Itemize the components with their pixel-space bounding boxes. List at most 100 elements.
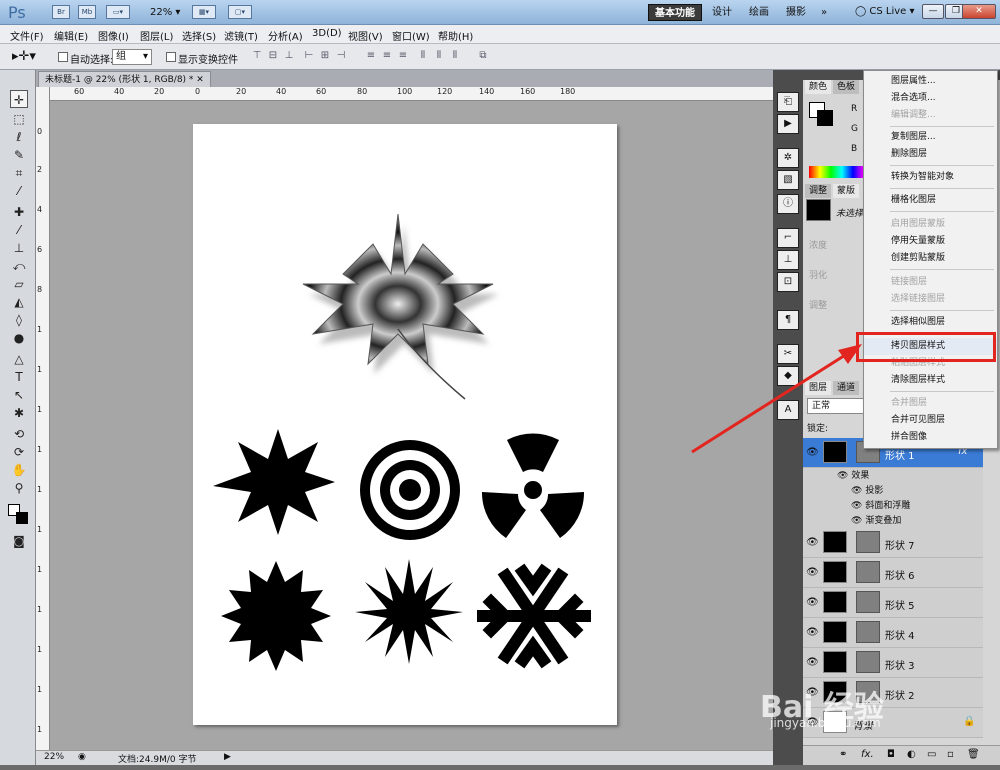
menu-item-delete-layer[interactable]: 删除图层: [864, 146, 997, 163]
flower-star-shape[interactable]: [355, 559, 463, 664]
layer-row-shape-5[interactable]: 👁 形状 5: [803, 588, 983, 618]
minimize-button[interactable]: —: [922, 4, 944, 19]
move-tool-preset-icon[interactable]: ▸✛▾: [12, 49, 36, 64]
tab-masks[interactable]: 蒙版: [833, 184, 860, 198]
seal-burst-shape[interactable]: [221, 561, 331, 671]
align-vcenter-icon[interactable]: ⊟: [266, 50, 280, 63]
healing-brush-tool-icon[interactable]: ✚: [10, 203, 28, 221]
menu-edit[interactable]: 编辑(E): [54, 28, 88, 43]
auto-select-checkbox[interactable]: [58, 52, 68, 62]
distribute-hcenter-icon[interactable]: ⦀: [432, 50, 446, 63]
menu-item-convert-smart-object[interactable]: 转换为智能对象: [864, 169, 997, 186]
pen-tool-icon[interactable]: △: [10, 350, 28, 368]
menu-window[interactable]: 窗口(W): [392, 28, 430, 43]
menu-file[interactable]: 文件(F): [10, 28, 44, 43]
menu-filter[interactable]: 滤镜(T): [224, 28, 258, 43]
menu-analysis[interactable]: 分析(A): [268, 28, 303, 43]
info-panel-icon[interactable]: ⓘ: [777, 194, 799, 214]
type-tool-icon[interactable]: T: [10, 368, 28, 386]
effect-row[interactable]: 👁 斜面和浮雕: [803, 498, 983, 513]
status-menu-arrow-icon[interactable]: ▶: [224, 752, 231, 762]
status-zoom[interactable]: 22%: [44, 752, 64, 762]
menu-item-merge-visible[interactable]: 合并可见图层: [864, 412, 997, 429]
paragraph-panel-icon[interactable]: ¶: [777, 310, 799, 330]
menu-help[interactable]: 帮助(H): [438, 28, 473, 43]
tool-presets-panel-icon[interactable]: ⊡: [777, 272, 799, 292]
eyedropper-tool-icon[interactable]: ⁄: [10, 182, 28, 200]
menu-item-create-clipping-mask[interactable]: 创建剪贴蒙版: [864, 250, 997, 267]
auto-select-dropdown[interactable]: 组 ▾: [112, 49, 152, 65]
marquee-tool-icon[interactable]: ⬚: [10, 110, 28, 128]
add-style-icon[interactable]: fx.: [861, 749, 874, 760]
distribute-top-icon[interactable]: ≡: [364, 50, 378, 63]
workspace-painting[interactable]: 绘画: [743, 4, 775, 21]
radiation-shape[interactable]: [481, 433, 585, 538]
color-bg-swatch[interactable]: [817, 110, 833, 126]
add-mask-icon[interactable]: ◘: [887, 749, 895, 760]
align-left-icon[interactable]: ⊢: [302, 50, 316, 63]
workspace-more[interactable]: »: [815, 4, 833, 21]
star-burst-shape[interactable]: [213, 429, 335, 535]
3d-orbit-tool-icon[interactable]: ⟳: [10, 443, 28, 461]
arrange-documents-icon[interactable]: ▦▾: [192, 5, 216, 19]
navigator-panel-icon[interactable]: ✲: [777, 148, 799, 168]
mini-bridge-icon[interactable]: Mb: [78, 5, 96, 19]
effects-row[interactable]: 👁 效果: [803, 468, 983, 483]
menu-item-layer-properties[interactable]: 图层属性...: [864, 73, 997, 90]
effect-row[interactable]: 👁 投影: [803, 483, 983, 498]
brush-tool-icon[interactable]: ⁄: [10, 221, 28, 239]
eye-icon[interactable]: 👁: [806, 567, 819, 578]
menu-item-flatten-image[interactable]: 拼合图像: [864, 429, 997, 446]
menu-layer[interactable]: 图层(L): [140, 28, 173, 43]
move-tool-icon[interactable]: ✛: [10, 90, 28, 108]
zoom-level-select[interactable]: 22% ▾: [150, 7, 180, 18]
align-bottom-icon[interactable]: ⊥: [282, 50, 296, 63]
menu-view[interactable]: 视图(V): [348, 28, 383, 43]
eye-icon[interactable]: 👁: [837, 471, 848, 481]
menu-item-clear-layer-style[interactable]: 清除图层样式: [864, 372, 997, 389]
path-selection-tool-icon[interactable]: ↖: [10, 386, 28, 404]
eye-icon[interactable]: 👁: [851, 516, 862, 526]
effect-row[interactable]: 👁 渐变叠加: [803, 513, 983, 528]
eraser-tool-icon[interactable]: ▱: [10, 275, 28, 293]
target-shape[interactable]: [360, 440, 460, 540]
background-color-swatch[interactable]: [16, 512, 28, 524]
lasso-tool-icon[interactable]: ℓ: [10, 128, 28, 146]
menu-item-select-similar-layers[interactable]: 选择相似图层: [864, 314, 997, 331]
workspace-essentials[interactable]: 基本功能: [648, 4, 702, 21]
eye-icon[interactable]: 👁: [806, 537, 819, 548]
3d-rotate-tool-icon[interactable]: ⟲: [10, 425, 28, 443]
align-top-icon[interactable]: ⊤: [250, 50, 264, 63]
snowflake-shape[interactable]: [477, 563, 591, 669]
menu-item-blending-options[interactable]: 混合选项...: [864, 90, 997, 107]
layer-row-shape-3[interactable]: 👁 形状 3: [803, 648, 983, 678]
document-tab[interactable]: 未标题-1 @ 22% (形状 1, RGB/8) * ✕: [38, 71, 211, 87]
screen-mode-icon[interactable]: ▢▾: [228, 5, 252, 19]
workspace-design[interactable]: 设计: [706, 4, 738, 21]
quick-mask-icon[interactable]: ◙: [10, 532, 28, 550]
tab-swatches[interactable]: 色板: [833, 80, 860, 94]
view-extras-icon[interactable]: ▭▾: [106, 5, 130, 19]
layer-row-shape-7[interactable]: 👁 形状 7: [803, 528, 983, 558]
dodge-tool-icon[interactable]: ●: [10, 329, 28, 347]
status-globe-icon[interactable]: ◉: [78, 752, 86, 762]
shape-tool-icon[interactable]: ✱: [10, 404, 28, 422]
distribute-right-icon[interactable]: ⦀: [448, 50, 462, 63]
hand-tool-icon[interactable]: ✋: [10, 461, 28, 479]
cs-live-button[interactable]: ◯ CS Live ▾: [855, 6, 915, 17]
clone-stamp-tool-icon[interactable]: ⊥: [10, 239, 28, 257]
layer-row-shape-6[interactable]: 👁 形状 6: [803, 558, 983, 588]
history-brush-tool-icon[interactable]: ⤺: [10, 257, 28, 275]
menu-select[interactable]: 选择(S): [182, 28, 216, 43]
color-spectrum-bar[interactable]: [809, 166, 864, 178]
menu-image[interactable]: 图像(I): [98, 28, 129, 43]
crop-tool-icon[interactable]: ⌗: [10, 164, 28, 182]
align-hcenter-icon[interactable]: ⊞: [318, 50, 332, 63]
actions-panel-icon[interactable]: ▶: [777, 114, 799, 134]
link-layers-icon[interactable]: ⚭: [839, 749, 847, 760]
tab-color[interactable]: 颜色: [805, 80, 832, 94]
trash-icon[interactable]: 🗑: [967, 749, 980, 760]
zoom-tool-icon[interactable]: ⚲: [10, 479, 28, 497]
layer-row-shape-4[interactable]: 👁 形状 4: [803, 618, 983, 648]
distribute-left-icon[interactable]: ⦀: [416, 50, 430, 63]
